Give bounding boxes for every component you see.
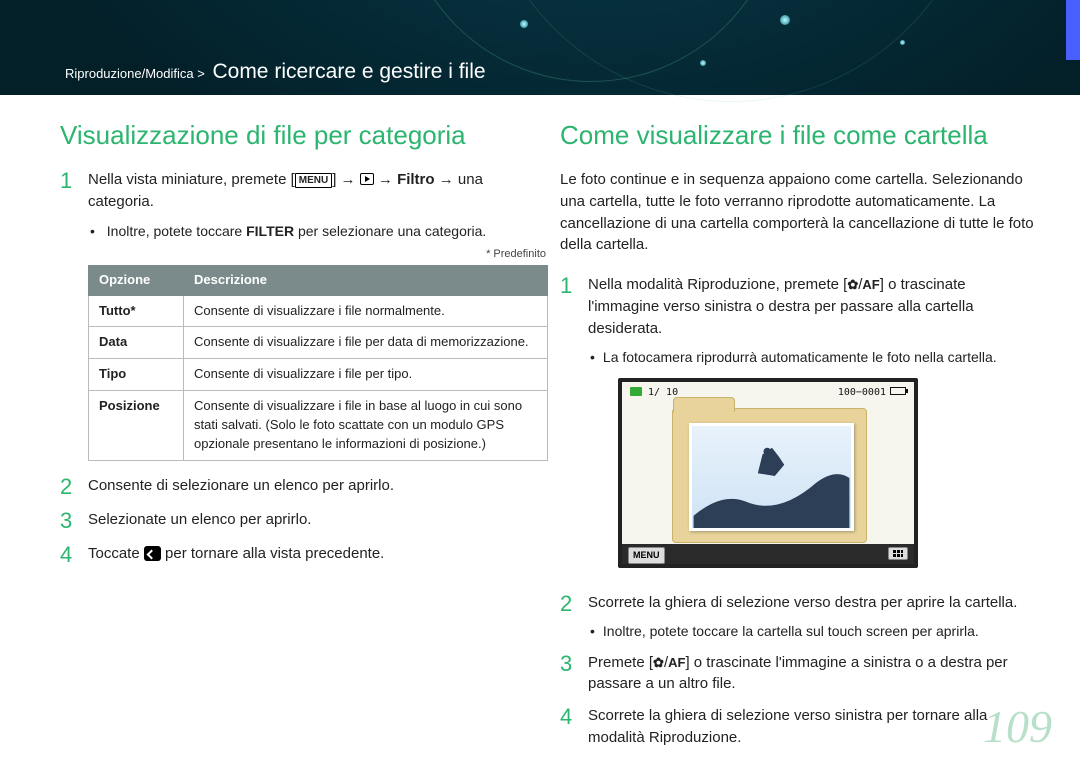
right-step4: Scorrete la ghiera di selezione verso si… (588, 705, 1040, 749)
thumbnail-grid-icon (888, 547, 908, 560)
step-number: 2 (60, 475, 88, 499)
page-number: 109 (983, 700, 1052, 753)
breadcrumb-title: Come ricercare e gestire i file (212, 60, 485, 83)
right-column: Come visualizzare i file come cartella L… (560, 120, 1040, 759)
right-step2: Scorrete la ghiera di selezione verso de… (588, 592, 1017, 642)
step-number: 3 (560, 652, 588, 696)
mode-icon (630, 387, 642, 396)
left-column: Visualizzazione di file per categoria 1 … (60, 120, 540, 759)
step-number: 3 (60, 509, 88, 533)
table-row: TipoConsente di visualizzare i file per … (89, 359, 548, 391)
screen-menu-button: MENU (628, 547, 665, 564)
back-icon (144, 546, 161, 561)
th-option: Opzione (89, 265, 184, 295)
left-step2: Consente di selezionare un elenco per ap… (88, 475, 394, 499)
macro-icon: ✿ (653, 654, 664, 673)
table-row: DataConsente di visualizzare i file per … (89, 327, 548, 359)
right-step3: Premete [✿/AF] o trascinate l'immagine a… (588, 652, 1040, 696)
section-side-tab (1066, 0, 1080, 60)
right-heading: Come visualizzare i file come cartella (560, 120, 1040, 151)
step-number: 2 (560, 592, 588, 642)
right-intro: Le foto continue e in sequenza appaiono … (560, 169, 1040, 256)
camera-screen-preview: 1/ 10 100−0001 (618, 378, 918, 568)
table-row: PosizioneConsente di visualizzare i file… (89, 391, 548, 461)
step-number: 4 (60, 543, 88, 567)
left-step1: Nella vista miniature, premete [MENU] → … (88, 169, 548, 461)
photo-thumbnail (689, 423, 854, 531)
photo-counter: 1/ 10 (648, 387, 678, 398)
af-icon: AF (668, 654, 685, 673)
step-number: 1 (560, 274, 588, 582)
table-row: Tutto*Consente di visualizzare i file no… (89, 295, 548, 327)
macro-icon: ✿ (847, 276, 858, 295)
step-number: 1 (60, 169, 88, 461)
battery-icon (890, 387, 906, 395)
right-step1: Nella modalità Riproduzione, premete [✿/… (588, 274, 1040, 582)
left-step3: Selezionate un elenco per aprirlo. (88, 509, 311, 533)
left-heading: Visualizzazione di file per categoria (60, 120, 540, 151)
step-number: 4 (560, 705, 588, 749)
folder-icon (672, 408, 867, 543)
menu-button-icon: MENU (295, 173, 332, 188)
af-icon: AF (862, 276, 879, 295)
default-note: * Predefinito (88, 247, 546, 263)
breadcrumb-section: Riproduzione/Modifica (65, 66, 194, 81)
play-icon (360, 173, 374, 185)
left-step1-sub: Inoltre, potete toccare FILTER per selez… (88, 221, 548, 241)
right-step1-sub: La fotocamera riprodurrà automaticamente… (588, 347, 1040, 367)
right-step2-sub: Inoltre, potete toccare la cartella sul … (588, 621, 1017, 641)
left-step4: Toccate per tornare alla vista precedent… (88, 543, 384, 567)
th-description: Descrizione (184, 265, 548, 295)
breadcrumb: Riproduzione/Modifica > Come ricercare e… (65, 60, 486, 84)
file-code: 100−0001 (838, 387, 886, 398)
options-table: Opzione Descrizione Tutto*Consente di vi… (88, 265, 548, 461)
